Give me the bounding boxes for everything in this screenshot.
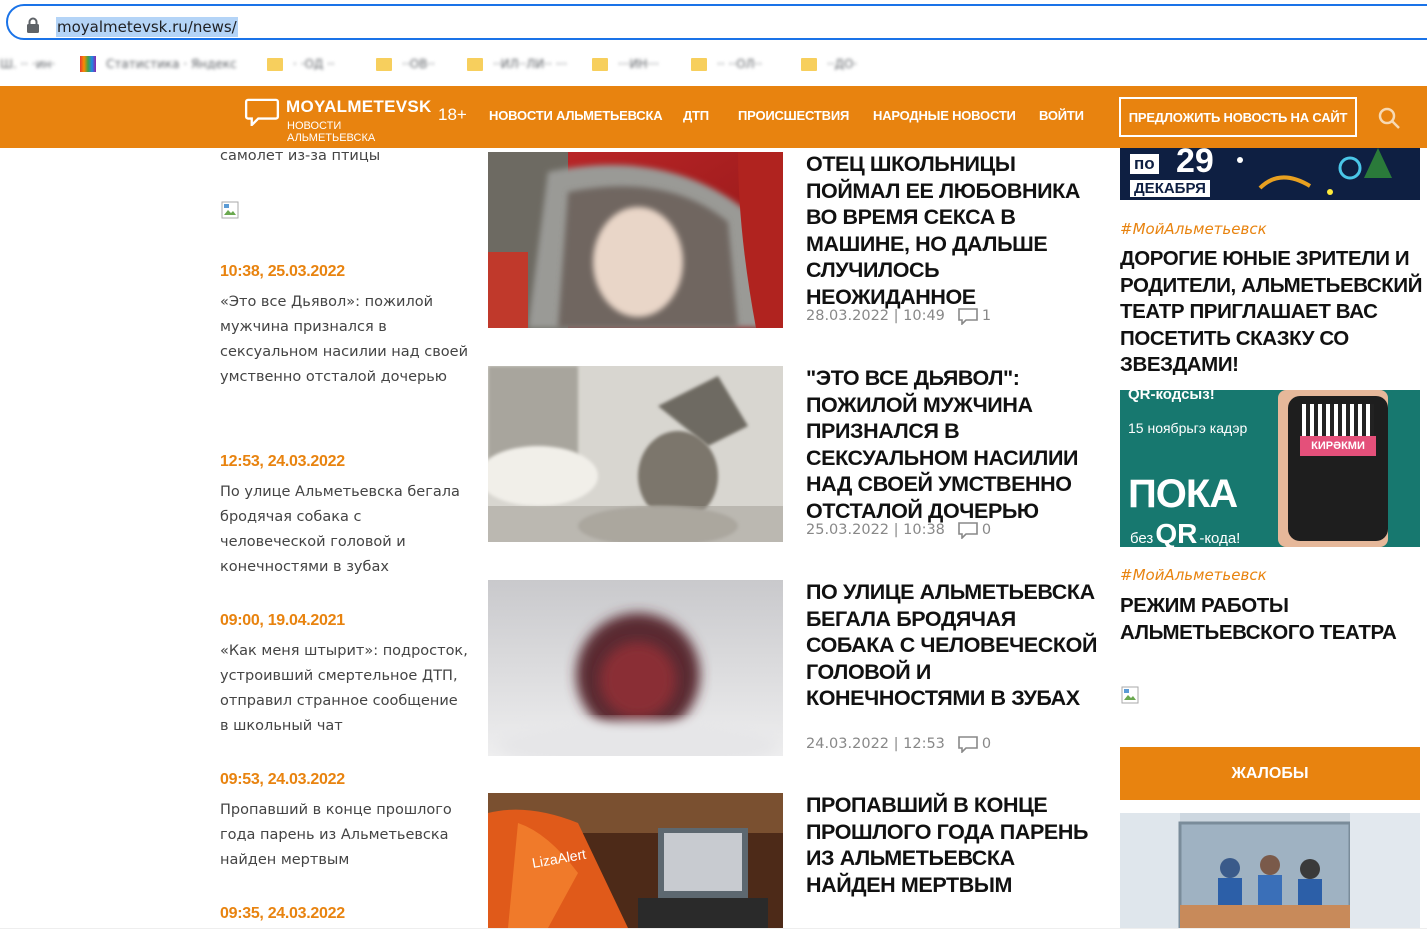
comment-icon: [958, 308, 978, 325]
complaints-button[interactable]: ЖАЛОБЫ: [1120, 747, 1420, 800]
comment-count[interactable]: 1: [982, 308, 991, 324]
nav-dtp[interactable]: ДТП: [683, 108, 709, 123]
url-text[interactable]: moyalmetevsk.ru/news/: [56, 17, 238, 37]
sidebar-news-date: 09:35, 24.03.2022: [220, 905, 345, 922]
url-omnibox[interactable]: moyalmetevsk.ru/news/: [6, 4, 1427, 40]
bottom-edge: [0, 928, 1427, 940]
news-thumbnail-car[interactable]: [488, 152, 783, 328]
nav-incidents[interactable]: ПРОИСШЕСТВИЯ: [738, 108, 849, 123]
complaints-photo[interactable]: [1120, 813, 1420, 928]
news-meta: 24.03.2022 | 12:53 0: [806, 735, 991, 753]
logo-subtitle: НОВОСТИ АЛЬМЕТЬЕВСКА: [287, 120, 376, 144]
qr-banner[interactable]: QR-кодсыз! 15 ноябрьгэ кадэр ПОКА без QR -…: [1120, 390, 1420, 547]
sidebar-news-link[interactable]: По улице Альметьевска бегала бродячая со…: [220, 480, 470, 580]
browser-address-bar: moyalmetevsk.ru/news/: [0, 0, 1427, 46]
event-banner[interactable]: по 29 ДЕКАБРЯ: [1120, 148, 1420, 200]
sidebar-news-link[interactable]: Пропавший в конце прошлого года парень и…: [220, 798, 470, 873]
banner-text-bottom: ДЕКАБРЯ: [1130, 180, 1210, 197]
phone-label: КИРӘКМИ: [1300, 436, 1376, 456]
comment-count[interactable]: 0: [982, 522, 991, 538]
site-logo[interactable]: MOYALMETEVSK НОВОСТИ АЛЬМЕТЬЕВСКА: [244, 96, 431, 144]
news-title-link[interactable]: ОТЕЦ ШКОЛЬНИЦЫ ПОЙМАЛ ЕЕ ЛЮБОВНИКА ВО ВР…: [806, 151, 1104, 310]
folder-icon: [467, 57, 483, 71]
folder-icon: [801, 57, 817, 71]
bookmark-favicon: [80, 56, 96, 72]
right-news-title-link[interactable]: ДОРОГИЕ ЮНЫЕ ЗРИТЕЛИ И РОДИТЕЛИ, АЛЬМЕТЬ…: [1120, 246, 1425, 379]
sidebar-news-date: 09:00, 19.04.2021: [220, 612, 345, 629]
bookmark-item[interactable]: Статистика · Яндекс: [80, 54, 237, 74]
qr-banner-line2: 15 ноябрьгэ кадэр: [1128, 420, 1248, 436]
folder-icon: [267, 57, 283, 71]
news-date: 28.03.2022 | 10:49: [806, 308, 945, 324]
news-date: 24.03.2022 | 12:53: [806, 736, 945, 752]
news-date: 25.03.2022 | 10:38: [806, 522, 945, 538]
bookmark-folder[interactable]: ··ИЛ··ЛИ·· ···: [467, 54, 567, 74]
banner-text-top: по: [1130, 154, 1159, 174]
sidebar-partial-text[interactable]: самолет из-за птицы: [220, 144, 470, 169]
sidebar-news-date: 12:53, 24.03.2022: [220, 453, 345, 470]
lock-icon: [27, 17, 39, 33]
comment-count[interactable]: 0: [982, 736, 991, 752]
news-thumbnail-search[interactable]: LizaAlert: [488, 793, 783, 928]
phone-icon: КИРӘКМИ: [1288, 396, 1388, 541]
comment-icon: [958, 522, 978, 539]
news-thumbnail-engraving[interactable]: [488, 366, 783, 542]
speech-bubble-icon: [244, 98, 280, 126]
bookmark-folder[interactable]: ·· ··ОЛ··: [691, 54, 762, 74]
qr-banner-line4c: -кода!: [1199, 530, 1241, 547]
site-header: MOYALMETEVSK НОВОСТИ АЛЬМЕТЬЕВСКА 18+ НО…: [0, 86, 1427, 148]
qr-banner-line4a: без: [1130, 530, 1154, 547]
search-icon[interactable]: [1377, 106, 1401, 130]
broken-image-icon: [1121, 686, 1139, 704]
bookmark-folder[interactable]: · ·ОД ··: [267, 54, 335, 74]
bookmark-item[interactable]: Ш. ·· ·ин·: [0, 54, 55, 74]
folder-icon: [592, 57, 608, 71]
bookmark-folder[interactable]: ··ДО·: [801, 54, 857, 74]
complaints-photo-art: [1120, 813, 1420, 928]
banner-number: 29: [1176, 148, 1214, 180]
broken-image-icon: [221, 201, 239, 219]
sidebar-news-link[interactable]: «Это все Дьявол»: пожилой мужчина призна…: [220, 290, 470, 390]
bookmark-folder[interactable]: ···ИН···: [592, 54, 659, 74]
qr-banner-line3: ПОКА: [1128, 472, 1238, 516]
sidebar-news-link[interactable]: «Как меня штырит»: подросток, устроивший…: [220, 639, 470, 739]
news-tag-link[interactable]: #МойАльметьевск: [1120, 566, 1267, 584]
bookmark-folder[interactable]: ··ОВ··: [376, 54, 435, 74]
news-title-link[interactable]: "ЭТО ВСЕ ДЬЯВОЛ": ПОЖИЛОЙ МУЖЧИНА ПРИЗНА…: [806, 365, 1104, 524]
right-news-title-link[interactable]: РЕЖИМ РАБОТЫ АЛЬМЕТЬЕВСКОГО ТЕАТРА: [1120, 593, 1425, 646]
qr-banner-line4b: QR: [1155, 518, 1198, 547]
news-meta: 25.03.2022 | 10:38 0: [806, 521, 991, 539]
news-title-link[interactable]: ПО УЛИЦЕ АЛЬМЕТЬЕВСКА БЕГАЛА БРОДЯЧАЯ СО…: [806, 579, 1104, 712]
nav-news-almetyevsk[interactable]: НОВОСТИ АЛЬМЕТЬЕВСКА: [489, 108, 663, 123]
nav-people-news[interactable]: НАРОДНЫЕ НОВОСТИ: [873, 108, 1016, 123]
news-tag-link[interactable]: #МойАльметьевск: [1120, 220, 1267, 238]
bookmarks-bar: Ш. ·· ·ин· Статистика · Яндекс · ·ОД ·· …: [0, 46, 1427, 84]
logo-title: MOYALMETEVSK: [286, 97, 432, 116]
sidebar-news-date: 09:53, 24.03.2022: [220, 771, 345, 788]
news-thumbnail-dog[interactable]: [488, 580, 783, 756]
qr-banner-line4: без QR -кода!: [1130, 518, 1240, 547]
folder-icon: [376, 57, 392, 71]
sidebar-news-date: 10:38, 25.03.2022: [220, 263, 345, 280]
news-meta: 28.03.2022 | 10:49 1: [806, 307, 991, 325]
suggest-news-button[interactable]: ПРЕДЛОЖИТЬ НОВОСТЬ НА САЙТ: [1119, 97, 1357, 137]
age-rating-badge: 18+: [438, 105, 467, 124]
folder-icon: [691, 57, 707, 71]
nav-login[interactable]: ВОЙТИ: [1039, 108, 1084, 123]
news-title-link[interactable]: ПРОПАВШИЙ В КОНЦЕ ПРОШЛОГО ГОДА ПАРЕНЬ И…: [806, 792, 1104, 898]
qr-banner-line1: QR-кодсыз!: [1128, 390, 1215, 403]
comment-icon: [958, 736, 978, 753]
